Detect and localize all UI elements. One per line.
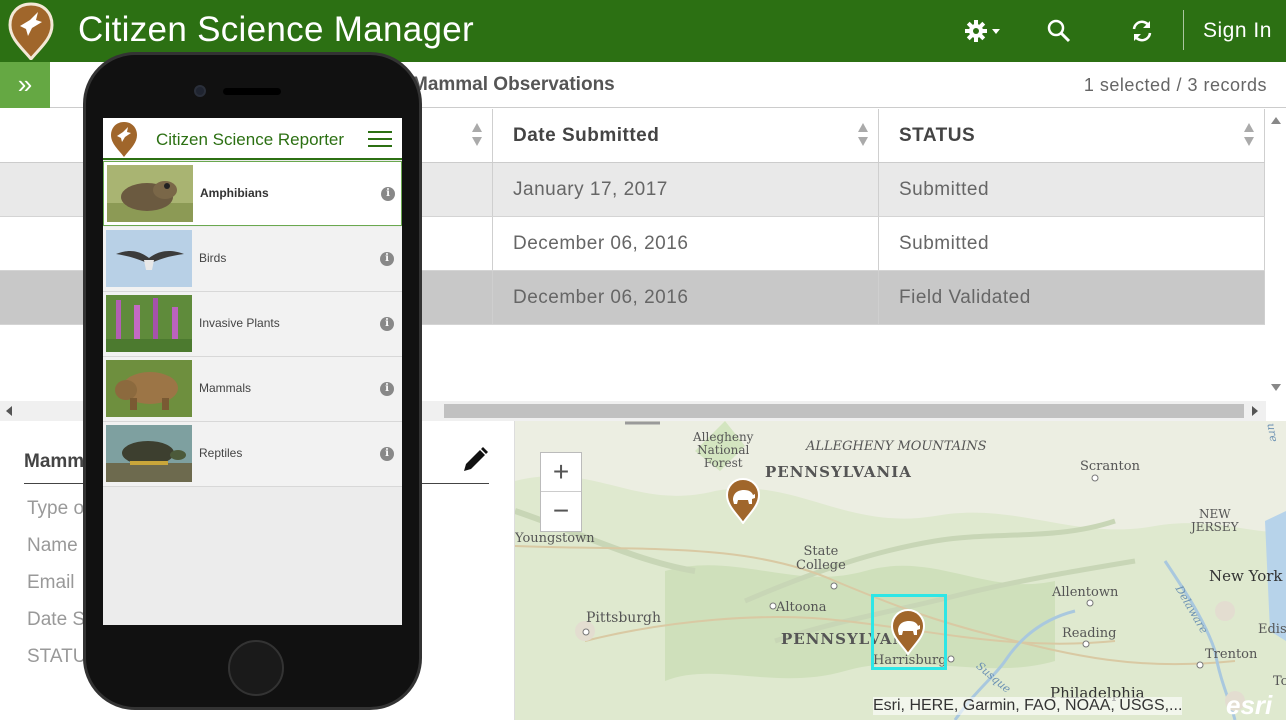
hamburger-menu-icon[interactable] <box>368 131 392 148</box>
category-label: Amphibians <box>200 186 269 200</box>
field-type: Type o <box>27 498 85 519</box>
table-cell-status: Submitted <box>879 217 1265 270</box>
map-label-youngstown: Youngstown <box>515 531 595 546</box>
map-view[interactable]: Allegheny National Forest ALLEGHENY MOUN… <box>515 421 1286 720</box>
map-label-allentown: Allentown <box>1052 585 1119 600</box>
scroll-down-icon[interactable] <box>1271 384 1281 391</box>
field-status: STATU <box>27 646 87 667</box>
category-item-invasive-plants[interactable]: Invasive Plants i <box>103 292 402 357</box>
sort-icon[interactable] <box>472 123 482 149</box>
map-label-edge-to: To <box>1273 674 1286 689</box>
edit-pencil-icon[interactable] <box>460 445 490 475</box>
map-label-allegheny-forest: Allegheny National Forest <box>693 430 754 470</box>
info-icon[interactable]: i <box>380 447 394 461</box>
field-name: Name <box>27 535 78 556</box>
bird-thumbnail <box>106 230 192 287</box>
info-icon[interactable]: i <box>380 252 394 266</box>
map-label-reading: Reading <box>1062 626 1117 641</box>
map-label-pittsburgh: Pittsburgh <box>586 610 661 626</box>
scrollbar-thumb[interactable] <box>444 404 1244 418</box>
sort-icon[interactable] <box>1244 123 1254 149</box>
mammal-thumbnail <box>106 360 192 417</box>
scroll-up-icon[interactable] <box>1271 117 1281 124</box>
field-email: Email <box>27 572 75 593</box>
app-title: Citizen Science Manager <box>78 10 474 49</box>
sort-icon[interactable] <box>858 123 868 149</box>
map-label-edison: Ediso <box>1258 622 1286 637</box>
plant-thumbnail <box>106 295 192 352</box>
bird-logo-icon <box>111 122 137 157</box>
reporter-title: Citizen Science Reporter <box>156 130 345 149</box>
phone-screen: Citizen Science Reporter Amphibians i Bi… <box>103 118 402 625</box>
info-icon[interactable]: i <box>380 382 394 396</box>
table-cell-date: December 06, 2016 <box>493 217 879 270</box>
expand-panel-button[interactable]: » <box>0 62 50 108</box>
layer-title: Mammal Observations <box>412 74 615 95</box>
field-date: Date S <box>27 609 86 630</box>
home-button[interactable] <box>228 640 284 696</box>
map-label-trenton: Trenton <box>1205 647 1258 662</box>
category-item-reptiles[interactable]: Reptiles i <box>103 422 402 487</box>
zoom-out-button[interactable]: − <box>541 492 581 531</box>
scroll-right-icon[interactable] <box>1252 406 1258 416</box>
table-cell-status: Field Validated <box>879 271 1265 324</box>
refresh-icon[interactable] <box>1129 18 1155 44</box>
selection-highlight <box>871 594 947 670</box>
map-zoom-control: + − <box>540 452 582 532</box>
category-item-amphibians[interactable]: Amphibians i <box>103 161 402 226</box>
amphibian-thumbnail <box>107 165 193 222</box>
reporter-header: Citizen Science Reporter <box>103 118 402 160</box>
details-title: Mamm <box>24 451 85 472</box>
scroll-left-icon[interactable] <box>6 406 12 416</box>
esri-logo: esri <box>1226 690 1273 720</box>
map-label-new-jersey: NEW JERSEY <box>1191 507 1239 534</box>
speaker-icon <box>223 88 281 95</box>
table-cell-date: January 17, 2017 <box>493 163 879 216</box>
map-label-mountains: ALLEGHENY MOUNTAINS <box>806 439 987 454</box>
bird-logo-icon <box>8 2 54 60</box>
map-label-pennsylvania: PENNSYLVANIA <box>765 463 912 481</box>
map-attribution: Esri, HERE, Garmin, FAO, NOAA, USGS,... <box>873 697 1183 715</box>
category-label: Invasive Plants <box>199 316 280 330</box>
map-label-altoona: Altoona <box>776 600 827 615</box>
map-label-scranton: Scranton <box>1080 459 1140 474</box>
search-icon[interactable] <box>1046 18 1072 44</box>
table-cell-date: December 06, 2016 <box>493 271 879 324</box>
table-cell-status: Submitted <box>879 163 1265 216</box>
map-label-state-college: State College <box>796 544 846 573</box>
category-label: Mammals <box>199 381 252 395</box>
gear-icon[interactable] <box>965 18 1005 44</box>
category-item-mammals[interactable]: Mammals i <box>103 357 402 422</box>
map-label-new-york: New York <box>1209 567 1283 585</box>
sign-in-button[interactable]: Sign In <box>1203 19 1272 43</box>
category-item-birds[interactable]: Birds i <box>103 227 402 292</box>
mammal-marker-icon[interactable] <box>726 478 760 524</box>
info-icon[interactable]: i <box>381 187 395 201</box>
zoom-in-button[interactable]: + <box>541 453 581 492</box>
category-label: Birds <box>199 251 227 265</box>
header-divider <box>1183 10 1184 50</box>
category-label: Reptiles <box>199 446 243 460</box>
reptile-thumbnail <box>106 425 192 482</box>
camera-icon <box>194 85 206 97</box>
column-header-status[interactable]: STATUS <box>879 109 1265 162</box>
table-vertical-scrollbar[interactable] <box>1266 109 1286 401</box>
record-count: 1 selected / 3 records <box>1083 75 1267 95</box>
column-header-date[interactable]: Date Submitted <box>493 109 879 162</box>
info-icon[interactable]: i <box>380 317 394 331</box>
